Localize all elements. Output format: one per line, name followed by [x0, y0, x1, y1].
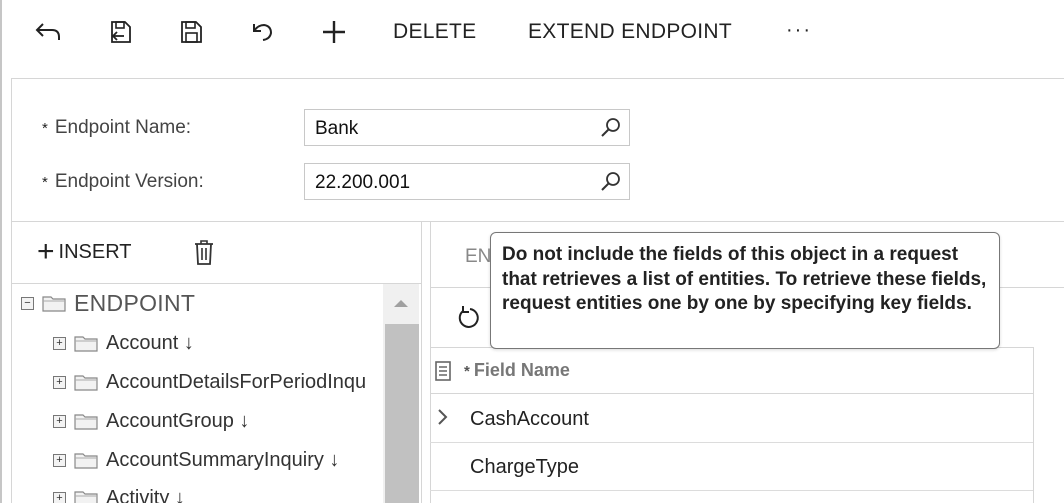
field-name-cell[interactable]: ChargeType: [470, 456, 579, 479]
table-row[interactable]: CashAccount: [430, 395, 1034, 443]
field-name-cell[interactable]: CashAccount: [470, 408, 589, 431]
delete-button[interactable]: DELETE: [393, 14, 477, 50]
tree-item-label: AccountDetailsForPeriodInqu: [106, 370, 367, 393]
add-button[interactable]: [316, 14, 352, 50]
tree-root-label: ENDPOINT: [74, 289, 196, 316]
expand-icon[interactable]: +: [53, 491, 66, 503]
tree-item[interactable]: + AccountGroup ↓: [53, 406, 249, 436]
tree-item[interactable]: + AccountDetailsForPeriodInqu: [53, 367, 366, 397]
endpoint-version-label-text: Endpoint Version:: [54, 171, 204, 192]
fields-grid-header: * Field Name: [430, 348, 1034, 394]
required-mark: *: [464, 363, 470, 380]
undo-icon: [253, 23, 273, 41]
triangle-up-icon: [394, 300, 408, 307]
tab-fields[interactable]: EN: [465, 246, 491, 268]
folder-icon: [42, 296, 66, 312]
endpoint-name-field[interactable]: Bank: [304, 109, 630, 146]
tree-item-label: Account ↓: [106, 331, 194, 354]
tree-item-label: AccountGroup ↓: [106, 409, 250, 432]
plus-icon: +: [37, 235, 55, 268]
undo-button[interactable]: [244, 14, 280, 50]
tree-root-endpoint[interactable]: − ENDPOINT: [21, 288, 195, 318]
scroll-up-button[interactable]: [383, 284, 419, 322]
chevron-right-icon: [438, 409, 448, 425]
refresh-icon[interactable]: [454, 304, 482, 332]
folder-icon: [74, 453, 98, 469]
field-name-column-header[interactable]: * Field Name: [464, 360, 570, 381]
scrollbar-thumb[interactable]: [385, 324, 419, 503]
tree-item[interactable]: + AccountSummaryInquiry ↓: [53, 445, 339, 475]
folder-icon: [74, 414, 98, 430]
save-and-close-button[interactable]: [102, 14, 138, 50]
tooltip-text: Do not include the fields of this object…: [502, 244, 987, 314]
search-icon[interactable]: [599, 170, 623, 194]
tree-item-label: AccountSummaryInquiry ↓: [106, 448, 340, 471]
more-menu-button[interactable]: ···: [786, 12, 812, 48]
search-icon[interactable]: [599, 116, 623, 140]
insert-button[interactable]: + INSERT: [37, 237, 132, 267]
tree-item[interactable]: + Activity ↓: [53, 483, 185, 503]
entity-tree: − ENDPOINT + Account ↓ + AccountDetailsF…: [12, 284, 382, 503]
required-mark: *: [42, 120, 48, 137]
grid-right-border: [1033, 348, 1034, 503]
column-header-label: Field Name: [473, 360, 570, 380]
column-settings-icon[interactable]: [434, 360, 452, 382]
insert-label: INSERT: [58, 240, 132, 263]
tree-item[interactable]: + Account ↓: [53, 328, 194, 358]
endpoint-name-label-text: Endpoint Name:: [54, 117, 192, 138]
back-arrow-icon: [35, 23, 60, 40]
save-and-close-icon: [111, 21, 131, 43]
expand-icon[interactable]: +: [53, 453, 66, 467]
expand-icon[interactable]: +: [53, 336, 66, 350]
table-row[interactable]: ChargeType: [430, 443, 1034, 491]
required-mark: *: [42, 174, 48, 191]
endpoint-name-label: * Endpoint Name:: [42, 117, 191, 139]
folder-icon: [74, 336, 98, 352]
endpoint-version-value: 22.200.001: [315, 172, 411, 193]
save-icon: [181, 21, 202, 43]
tooltip: Do not include the fields of this object…: [490, 232, 1000, 349]
back-button[interactable]: [30, 14, 66, 50]
tree-scrollbar[interactable]: [383, 284, 419, 503]
collapse-icon[interactable]: −: [21, 296, 34, 310]
extend-endpoint-button[interactable]: EXTEND ENDPOINT: [528, 14, 732, 50]
endpoint-name-value: Bank: [315, 118, 359, 139]
plus-icon: [323, 21, 345, 43]
tree-item-label: Activity ↓: [106, 486, 185, 503]
folder-icon: [74, 491, 98, 503]
expand-icon[interactable]: +: [53, 414, 66, 428]
endpoint-version-label: * Endpoint Version:: [42, 171, 204, 193]
save-button[interactable]: [173, 14, 209, 50]
toolbar: DELETE EXTEND ENDPOINT ···: [0, 0, 1064, 66]
folder-icon: [74, 375, 98, 391]
endpoint-version-field[interactable]: 22.200.001: [304, 163, 630, 200]
delete-icon[interactable]: [192, 237, 216, 267]
expand-icon[interactable]: +: [53, 375, 66, 389]
